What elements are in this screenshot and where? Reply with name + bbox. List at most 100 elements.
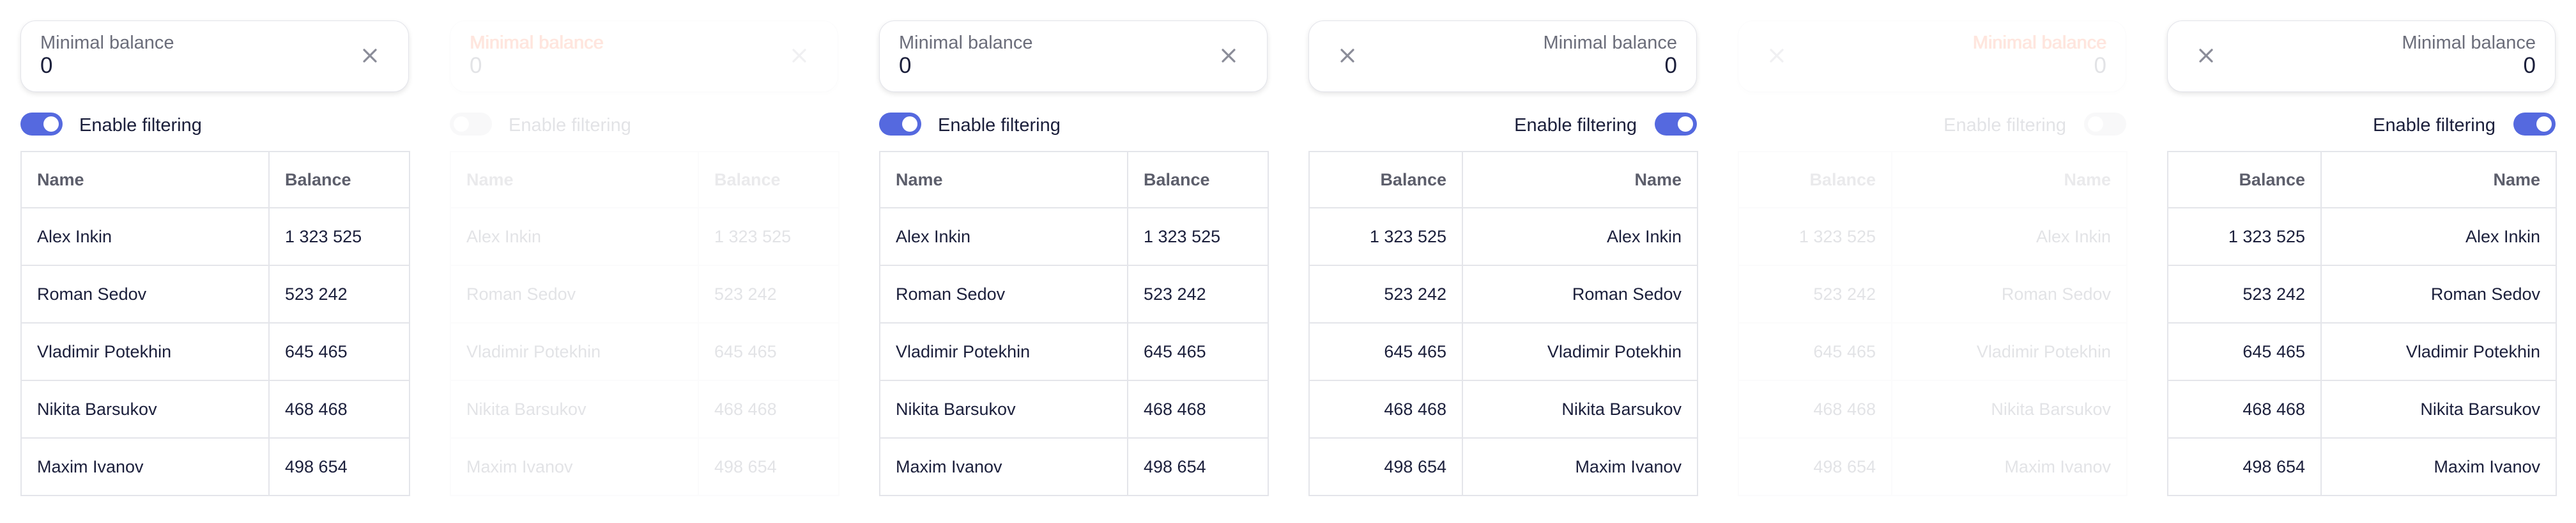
minimal-balance-field: Minimal balance 0 (450, 20, 838, 92)
cell-name: Roman Sedov (20, 265, 270, 324)
clear-button[interactable] (1333, 42, 1361, 70)
cell-name: Maxim Ivanov (1462, 437, 1698, 496)
cell-name: Maxim Ivanov (20, 437, 270, 496)
cell-balance: 468 468 (698, 380, 839, 439)
enable-filtering-row: Enable filtering (1738, 107, 2126, 141)
table-row: Maxim Ivanov 498 654 (20, 437, 410, 496)
close-icon (1340, 49, 1354, 63)
minimal-balance-label: Minimal balance (2402, 33, 2536, 53)
minimal-balance-value[interactable]: 0 (2524, 53, 2536, 79)
filter-demo-panel: Minimal balance 0 Enable filtering Balance N… (2147, 0, 2576, 523)
cell-balance: 645 465 (2167, 322, 2322, 381)
enable-filtering-row: Enable filtering (2167, 107, 2556, 141)
cell-name: Alex Inkin (879, 207, 1128, 266)
enable-filtering-toggle[interactable] (879, 113, 921, 136)
enable-filtering-toggle[interactable] (2513, 113, 2556, 136)
minimal-balance-field[interactable]: Minimal balance 0 (1308, 20, 1697, 92)
cell-name: Vladimir Potekhin (20, 322, 270, 381)
filter-demo-panel: Minimal balance 0 Enable filtering Name Bala… (0, 0, 429, 523)
balance-table: Balance Name 1 323 525 Alex Inkin 523 242 Rom… (1738, 151, 2128, 496)
cell-balance: 498 654 (1738, 437, 1892, 496)
minimal-balance-field[interactable]: Minimal balance 0 (20, 20, 409, 92)
enable-filtering-label: Enable filtering (2373, 115, 2496, 136)
minimal-balance-field[interactable]: Minimal balance 0 (879, 20, 1268, 92)
close-icon (363, 49, 377, 63)
balance-table: Balance Name 1 323 525 Alex Inkin 523 242 Rom… (1308, 151, 1698, 496)
clear-button[interactable] (356, 42, 384, 70)
enable-filtering-toggle[interactable] (20, 113, 63, 136)
table-row: Maxim Ivanov 498 654 (879, 437, 1269, 496)
table-row: 468 468 Nikita Barsukov (1308, 380, 1698, 439)
table-row: 1 323 525 Alex Inkin (1738, 207, 2128, 266)
enable-filtering-label: Enable filtering (1514, 115, 1637, 136)
toggle-knob (902, 116, 917, 132)
cell-balance: 523 242 (698, 265, 839, 324)
table-row: Alex Inkin 1 323 525 (20, 207, 410, 266)
cell-name: Alex Inkin (450, 207, 699, 266)
cell-balance: 523 242 (1308, 265, 1463, 324)
cell-balance: 645 465 (698, 322, 839, 381)
column-header-balance: Balance (268, 151, 410, 208)
cell-name: Roman Sedov (879, 265, 1128, 324)
cell-name: Nikita Barsukov (2320, 380, 2557, 439)
minimal-balance-field[interactable]: Minimal balance 0 (2167, 20, 2556, 92)
table-head: Name Balance (20, 151, 410, 208)
clear-button[interactable] (1215, 42, 1243, 70)
cell-balance: 523 242 (1127, 265, 1269, 324)
cell-name: Nikita Barsukov (1891, 380, 2128, 439)
cell-name: Nikita Barsukov (20, 380, 270, 439)
table-row: Vladimir Potekhin 645 465 (879, 322, 1269, 381)
table-header-row: Balance Name (2167, 151, 2557, 208)
cell-name: Nikita Barsukov (879, 380, 1128, 439)
table-row: 1 323 525 Alex Inkin (1308, 207, 1698, 266)
cell-balance: 498 654 (268, 437, 410, 496)
enable-filtering-label: Enable filtering (938, 115, 1061, 136)
panel-content: Minimal balance 0 Enable filtering Name Bala… (20, 20, 410, 496)
cell-balance: 1 323 525 (1127, 207, 1269, 266)
close-icon (1222, 49, 1236, 63)
clear-button[interactable] (2192, 42, 2220, 70)
panel-content: Minimal balance 0 Enable filtering Name Bala… (879, 20, 1269, 496)
column-header-name: Name (2320, 151, 2557, 208)
panel-content: Minimal balance 0 Enable filtering Balance N… (1738, 20, 2128, 496)
cell-name: Maxim Ivanov (450, 437, 699, 496)
cell-name: Vladimir Potekhin (450, 322, 699, 381)
table-head: Name Balance (879, 151, 1269, 208)
cell-name: Roman Sedov (450, 265, 699, 324)
cell-name: Nikita Barsukov (1462, 380, 1698, 439)
table-header-row: Name Balance (879, 151, 1269, 208)
minimal-balance-value[interactable]: 0 (899, 53, 911, 79)
minimal-balance-value[interactable]: 0 (40, 53, 52, 79)
column-header-balance: Balance (2167, 151, 2322, 208)
balance-table: Balance Name 1 323 525 Alex Inkin 523 242 Rom… (2167, 151, 2557, 496)
cell-balance: 645 465 (1738, 322, 1892, 381)
cell-name: Maxim Ivanov (2320, 437, 2557, 496)
table-row: Nikita Barsukov 468 468 (20, 380, 410, 439)
table-row: 645 465 Vladimir Potekhin (2167, 322, 2557, 381)
balance-table: Name Balance Alex Inkin 1 323 525 Roman Sedo… (20, 151, 410, 496)
cell-balance: 498 654 (1127, 437, 1269, 496)
cell-name: Vladimir Potekhin (1462, 322, 1698, 381)
table-row: Alex Inkin 1 323 525 (450, 207, 839, 266)
panel-content: Minimal balance 0 Enable filtering Name Bala… (450, 20, 839, 496)
cell-balance: 468 468 (1308, 380, 1463, 439)
filter-demo-panel: Minimal balance 0 Enable filtering Name Bala… (429, 0, 859, 523)
table-body: 1 323 525 Alex Inkin 523 242 Roman Sedov 645… (2167, 207, 2557, 496)
enable-filtering-label: Enable filtering (1943, 115, 2066, 136)
clear-button (1763, 42, 1791, 70)
minimal-balance-value[interactable]: 0 (1665, 53, 1677, 79)
cell-name: Alex Inkin (2320, 207, 2557, 266)
minimal-balance-value: 0 (470, 53, 482, 78)
enable-filtering-toggle[interactable] (1655, 113, 1697, 136)
cell-name: Alex Inkin (1462, 207, 1698, 266)
table-head: Balance Name (2167, 151, 2557, 208)
column-header-balance: Balance (698, 151, 839, 208)
enable-filtering-label: Enable filtering (509, 115, 631, 136)
table-row: Vladimir Potekhin 645 465 (20, 322, 410, 381)
table-header-row: Name Balance (450, 151, 839, 208)
table-body: 1 323 525 Alex Inkin 523 242 Roman Sedov 645… (1308, 207, 1698, 496)
cell-balance: 1 323 525 (268, 207, 410, 266)
cell-balance: 1 323 525 (1308, 207, 1463, 266)
enable-filtering-row: Enable filtering (450, 107, 838, 141)
cell-balance: 498 654 (2167, 437, 2322, 496)
